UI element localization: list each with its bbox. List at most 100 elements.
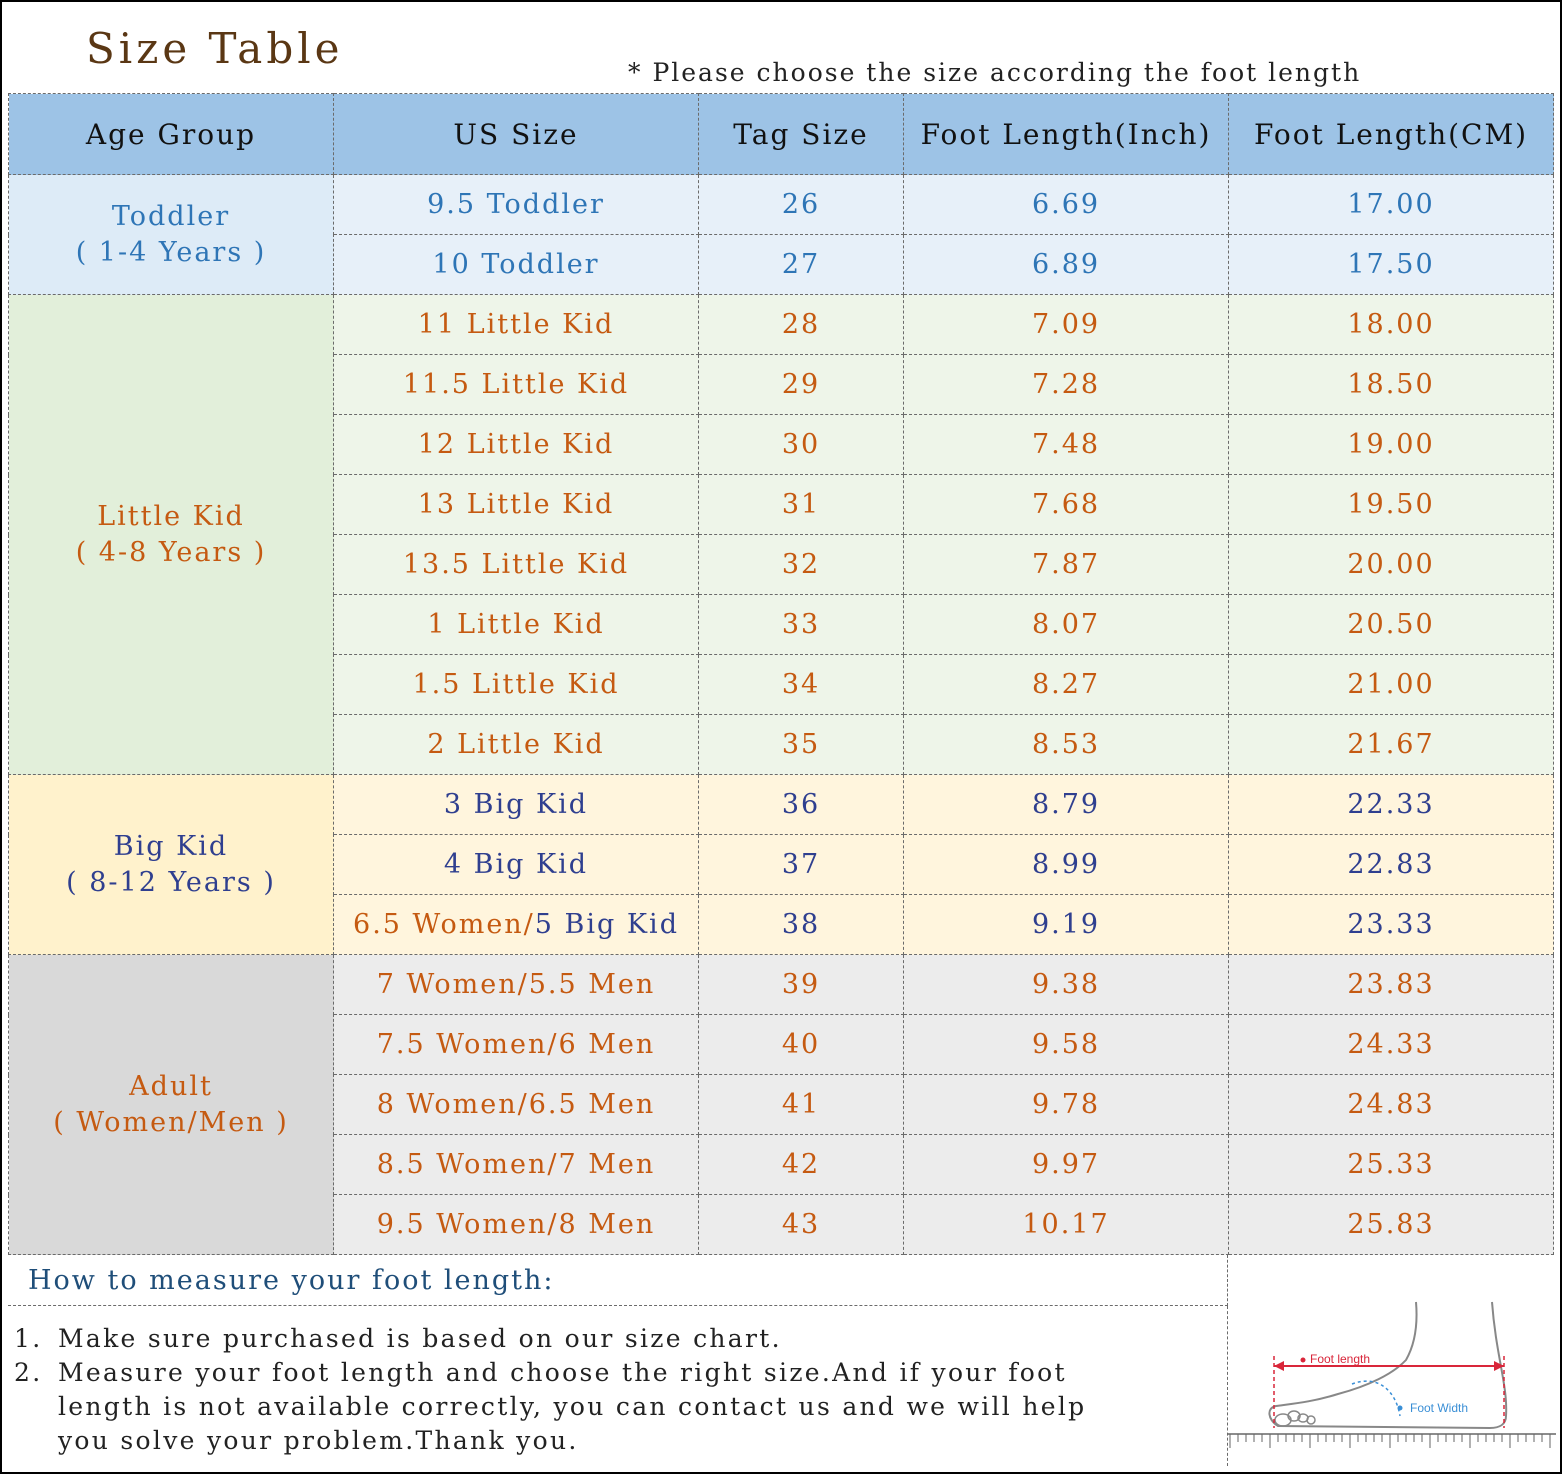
tag-size-cell: 37 [698,834,904,895]
inch-cell: 8.99 [903,834,1229,895]
inch-cell: 6.69 [903,174,1229,235]
foot-width-label: Foot Width [1410,1401,1468,1415]
table-row: Little Kid ( 4-8 Years ) 11 Little Kid 28… [8,294,1554,775]
inch-cell: 8.79 [903,774,1229,835]
cm-cell: 19.50 [1228,474,1554,535]
cm-cell: 22.33 [1228,774,1554,835]
inch-cell: 8.27 [903,654,1229,715]
table-row: Toddler ( 1-4 Years ) 9.5 Toddler 26 6.69… [8,174,1554,295]
size-note: * Please choose the size according the f… [628,58,1362,87]
group-name: Adult [129,1070,213,1102]
tag-size-cell: 33 [698,594,904,655]
tag-size-cell: 30 [698,414,904,475]
step-text: Make sure purchased is based on our size… [58,1324,782,1353]
age-group-little-kid: Little Kid ( 4-8 Years ) [8,294,334,775]
us-size-cell: 10 Toddler [333,234,699,295]
cm-cell: 21.67 [1228,714,1554,775]
us-size-cell: 1.5 Little Kid [333,654,699,715]
tag-size-cell: 43 [698,1194,904,1255]
group-name: Big Kid [113,830,229,862]
us-size-kid-part: 5 Big Kid [534,909,679,940]
table-row: Adult ( Women/Men ) 7 Women/5.5 Men 39 9.… [8,954,1554,1255]
inch-cell: 9.19 [903,894,1229,955]
tag-size-cell: 27 [698,234,904,295]
inch-cell: 9.38 [903,954,1229,1015]
cm-cell: 18.50 [1228,354,1554,415]
age-group-adult: Adult ( Women/Men ) [8,954,334,1255]
us-size-cell: 7.5 Women/6 Men [333,1014,699,1075]
us-size-cell: 6.5 Women/5 Big Kid [333,894,699,955]
group-range: ( Women/Men ) [53,1106,289,1138]
header-foot-length-inch: Foot Length(Inch) [903,93,1229,175]
howto-steps: 1. Make sure purchased is based on our si… [8,1306,1228,1466]
group-name: Little Kid [97,500,245,532]
inch-cell: 8.07 [903,594,1229,655]
header-us-size: US Size [333,93,699,175]
tag-size-cell: 29 [698,354,904,415]
cm-cell: 21.00 [1228,654,1554,715]
us-size-cell: 2 Little Kid [333,714,699,775]
us-size-women-part: 6.5 Women/ [353,909,535,940]
howto-heading-row: How to measure your foot length: [8,1255,1228,1306]
inch-cell: 7.28 [903,354,1229,415]
cm-cell: 25.33 [1228,1134,1554,1195]
page-title: Size Table [86,24,344,73]
inch-cell: 7.87 [903,534,1229,595]
inch-cell: 9.97 [903,1134,1229,1195]
tag-size-cell: 36 [698,774,904,835]
inch-cell: 10.17 [903,1194,1229,1255]
header-row: Age Group US Size Tag Size Foot Length(I… [8,93,1554,175]
us-size-cell: 13.5 Little Kid [333,534,699,595]
foot-length-label: Foot length [1310,1352,1370,1366]
tag-size-cell: 26 [698,174,904,235]
inch-cell: 9.58 [903,1014,1229,1075]
us-size-cell: 12 Little Kid [333,414,699,475]
tag-size-cell: 34 [698,654,904,715]
cm-cell: 24.83 [1228,1074,1554,1135]
us-size-cell: 7 Women/5.5 Men [333,954,699,1015]
foot-measure-diagram: Foot length Foot Width [1228,1256,1556,1466]
cm-cell: 24.33 [1228,1014,1554,1075]
us-size-cell: 8 Women/6.5 Men [333,1074,699,1135]
us-size-cell: 8.5 Women/7 Men [333,1134,699,1195]
group-range: ( 8-12 Years ) [66,866,276,898]
group-range: ( 4-8 Years ) [75,536,267,568]
tag-size-cell: 42 [698,1134,904,1195]
cm-cell: 18.00 [1228,294,1554,355]
age-group-toddler: Toddler ( 1-4 Years ) [8,174,334,295]
cm-cell: 20.50 [1228,594,1554,655]
step-text: Measure your foot length and choose the … [58,1358,1067,1387]
group-range: ( 1-4 Years ) [75,236,267,268]
step-number: 2. [14,1358,43,1387]
header-foot-length-cm: Foot Length(CM) [1228,93,1554,175]
size-table: Age Group US Size Tag Size Foot Length(I… [8,93,1554,1255]
tag-size-cell: 41 [698,1074,904,1135]
cm-cell: 17.00 [1228,174,1554,235]
inch-cell: 7.48 [903,414,1229,475]
us-size-cell: 11.5 Little Kid [333,354,699,415]
howto-heading: How to measure your foot length: [28,1265,555,1296]
foot-illustration: Foot length Foot Width [1228,1301,1556,1448]
group-name: Toddler [111,200,231,232]
tag-size-cell: 39 [698,954,904,1015]
header-tag-size: Tag Size [698,93,904,175]
us-size-cell: 4 Big Kid [333,834,699,895]
toes-icon [1274,1410,1316,1427]
tag-size-cell: 28 [698,294,904,355]
cm-cell: 22.83 [1228,834,1554,895]
howto-step-2-cont: you solve your problem.Thank you. [58,1426,579,1455]
header-age-group: Age Group [8,93,334,175]
us-size-cell: 1 Little Kid [333,594,699,655]
inch-cell: 9.78 [903,1074,1229,1135]
cm-cell: 23.33 [1228,894,1554,955]
us-size-cell: 9.5 Toddler [333,174,699,235]
inch-cell: 7.09 [903,294,1229,355]
tag-size-cell: 31 [698,474,904,535]
tag-size-cell: 38 [698,894,904,955]
us-size-cell: 3 Big Kid [333,774,699,835]
howto-step-1: 1. Make sure purchased is based on our si… [14,1324,782,1353]
age-group-big-kid: Big Kid ( 8-12 Years ) [8,774,334,955]
cm-cell: 25.83 [1228,1194,1554,1255]
cm-cell: 17.50 [1228,234,1554,295]
us-size-cell: 11 Little Kid [333,294,699,355]
